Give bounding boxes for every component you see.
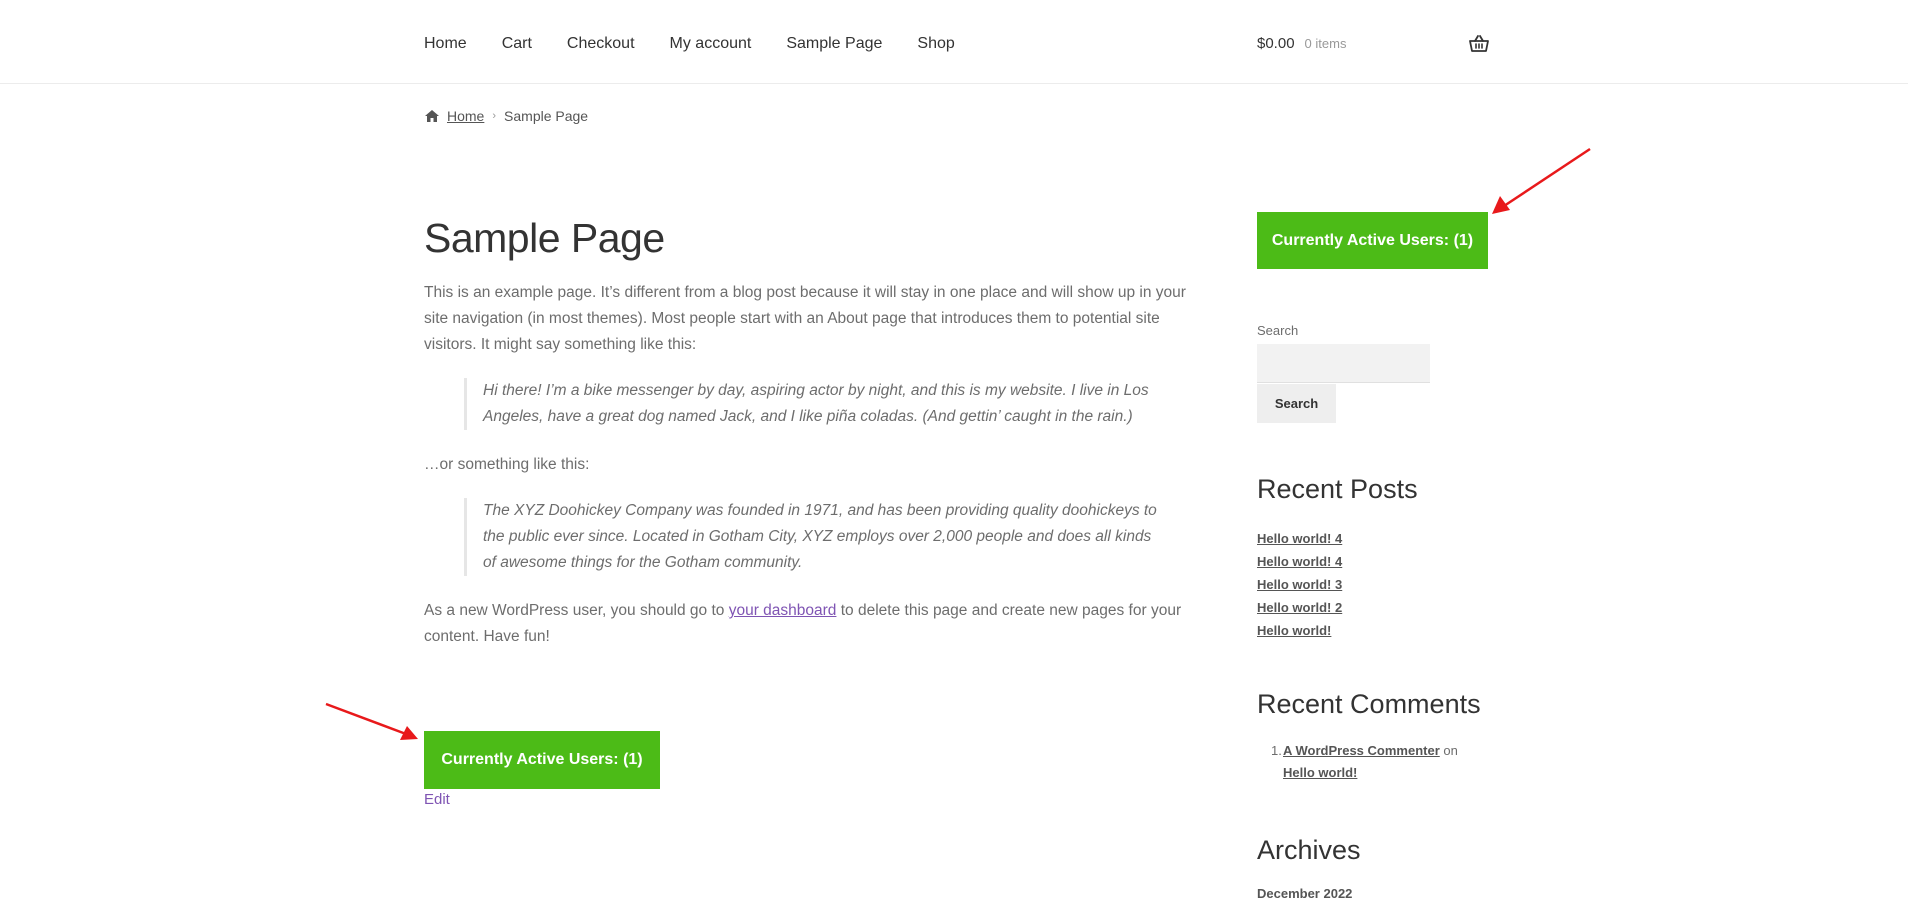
page-intro: This is an example page. It’s different … [424,284,1186,353]
archive-link[interactable]: December 2022 [1257,886,1352,901]
red-arrow-right-icon [1492,147,1591,214]
recent-post-link[interactable]: Hello world! [1257,619,1342,642]
recent-posts-title: Recent Posts [1257,474,1418,504]
recent-post-link[interactable]: Hello world! 3 [1257,573,1342,596]
recent-post-link[interactable]: Hello world! 4 [1257,527,1342,550]
search-button[interactable]: Search [1257,384,1336,423]
quote-doohickey: The XYZ Doohickey Company was founded in… [464,498,1164,576]
wp-note-before: As a new WordPress user, you should go t… [424,602,729,619]
active-users-button-content[interactable]: Currently Active Users: (1) [424,731,660,789]
nav-checkout[interactable]: Checkout [567,34,635,54]
comment-number: 1. [1271,743,1282,758]
page-content: Sample Page This is an example page. It’… [424,210,1204,650]
red-arrow-left-icon [325,702,418,740]
breadcrumb-separator: › [492,110,497,122]
recent-comment-item: 1. A WordPress Commenter on Hello world! [1271,740,1458,784]
page-wordpress-note: As a new WordPress user, you should go t… [424,598,1204,650]
cart-amount[interactable]: $0.00 [1257,34,1295,54]
home-icon [425,110,439,122]
basket-icon[interactable] [1469,35,1489,53]
search-label: Search [1257,323,1299,338]
nav-my-account[interactable]: My account [670,34,752,54]
breadcrumb-current: Sample Page [504,108,589,124]
header-cart[interactable]: $0.00 0 items [1257,34,1489,54]
recent-post-link[interactable]: Hello world! 2 [1257,596,1342,619]
breadcrumb: Home › Sample Page [424,108,588,124]
nav-home[interactable]: Home [424,34,467,54]
page-between-text: …or something like this: [424,456,590,473]
active-users-button-sidebar[interactable]: Currently Active Users: (1) [1257,212,1488,269]
dashboard-link[interactable]: your dashboard [729,602,837,619]
search-input[interactable] [1257,344,1430,383]
primary-navigation: Home Cart Checkout My account Sample Pag… [424,34,990,54]
page-title: Sample Page [424,215,665,261]
cart-item-count[interactable]: 0 items [1305,34,1347,54]
recent-comments-title: Recent Comments [1257,689,1481,719]
comment-on-text: on [1443,743,1458,758]
comment-author-link[interactable]: A WordPress Commenter [1283,743,1440,758]
quote-bike-messenger: Hi there! I’m a bike messenger by day, a… [464,378,1164,430]
nav-cart[interactable]: Cart [502,34,532,54]
edit-link[interactable]: Edit [424,791,450,808]
recent-posts-list: Hello world! 4 Hello world! 4 Hello worl… [1257,527,1342,642]
site-header: Home Cart Checkout My account Sample Pag… [0,0,1908,84]
nav-shop[interactable]: Shop [917,34,954,54]
comment-post-link[interactable]: Hello world! [1283,765,1357,780]
archives-title: Archives [1257,835,1361,865]
breadcrumb-home-link[interactable]: Home [447,108,484,124]
recent-post-link[interactable]: Hello world! 4 [1257,550,1342,573]
nav-sample-page[interactable]: Sample Page [786,34,882,54]
